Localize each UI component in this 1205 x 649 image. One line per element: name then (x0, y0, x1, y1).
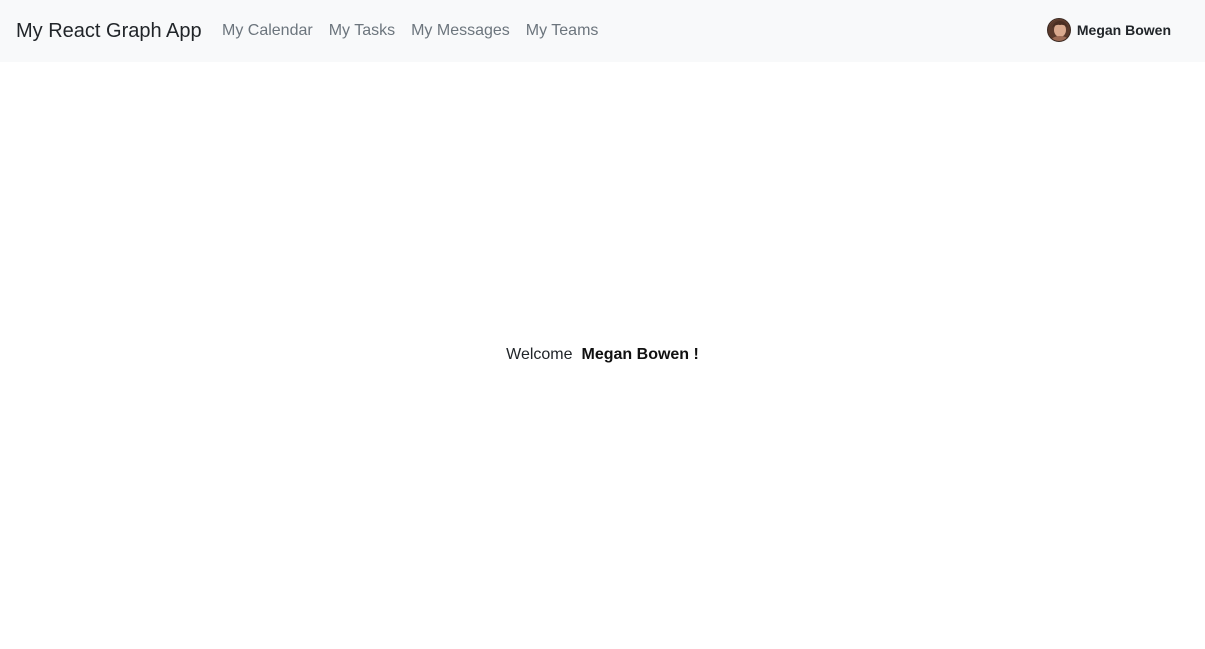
nav-link-teams[interactable]: My Teams (526, 19, 599, 43)
user-avatar-icon[interactable] (1046, 18, 1071, 42)
nav-link-calendar[interactable]: My Calendar (222, 19, 313, 43)
nav-link-tasks[interactable]: My Tasks (329, 19, 395, 43)
user-name[interactable]: Megan Bowen (1077, 20, 1171, 40)
nav-links: My Calendar My Tasks My Messages My Team… (222, 19, 614, 43)
welcome-message: Welcome Megan Bowen ! (0, 343, 1205, 367)
top-navbar: My React Graph App My Calendar My Tasks … (0, 0, 1205, 62)
welcome-prefix: Welcome (506, 346, 573, 363)
nav-link-messages[interactable]: My Messages (411, 19, 510, 43)
user-menu[interactable]: Megan Bowen (1046, 18, 1171, 42)
welcome-user-name: Megan Bowen ! (581, 346, 699, 363)
app-brand-link[interactable]: My React Graph App (16, 17, 202, 45)
